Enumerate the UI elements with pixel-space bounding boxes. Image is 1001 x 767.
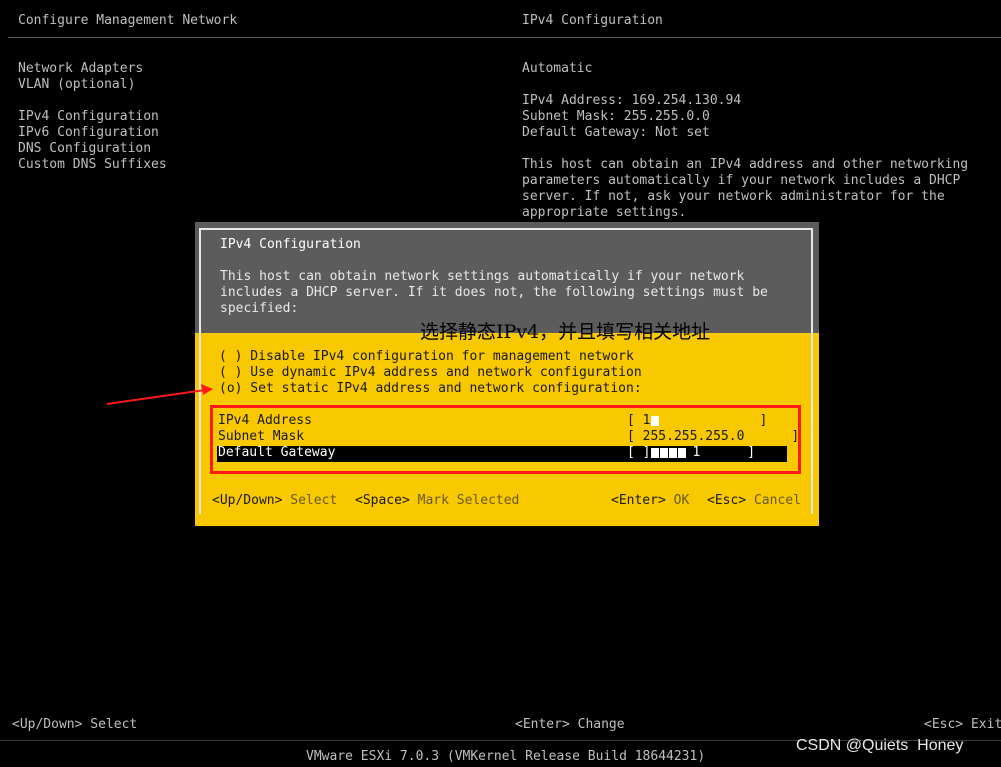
- footer-space-hint: <Space> Mark Selected: [355, 493, 519, 509]
- annotation-arrow-icon: [106, 384, 213, 405]
- current-ipv4-address: IPv4 Address: 169.254.130.94: [522, 93, 742, 108]
- bottom-enter-hint: <Enter> Change: [515, 717, 625, 732]
- dialog-description-line: specified:: [220, 301, 299, 316]
- watermark: CSDN @Quiets Honey: [796, 737, 964, 754]
- annotation-highlight-box: [210, 405, 801, 474]
- updown-action: Select: [290, 493, 338, 508]
- space-action: Mark Selected: [417, 493, 520, 508]
- ok-label: OK: [673, 493, 690, 508]
- header-divider: [8, 37, 1001, 38]
- ipv4-mode: Automatic: [522, 61, 593, 76]
- esc-key: <Esc>: [707, 493, 747, 508]
- menu-item-ipv6[interactable]: IPv6 Configuration: [18, 125, 159, 141]
- bottom-esc-hint: <Esc> Exit: [924, 717, 1001, 732]
- bottom-updown-hint: <Up/Down> Select: [12, 717, 138, 732]
- space-key: <Space>: [355, 493, 410, 508]
- dialog-description-line: includes a DHCP server. If it does not, …: [220, 285, 768, 300]
- left-pane-title: Configure Management Network: [18, 13, 238, 28]
- cancel-label: Cancel: [753, 493, 801, 508]
- current-subnet-mask: Subnet Mask: 255.255.0.0: [522, 109, 710, 124]
- option-dynamic-ipv4[interactable]: ( ) Use dynamic IPv4 address and network…: [219, 365, 642, 381]
- info-description-line: appropriate settings.: [522, 205, 687, 220]
- menu-item-vlan[interactable]: VLAN (optional): [18, 77, 135, 93]
- info-description-line: server. If not, ask your network adminis…: [522, 189, 945, 204]
- ok-button[interactable]: <Enter> OK: [611, 493, 689, 509]
- current-default-gateway: Default Gateway: Not set: [522, 125, 710, 140]
- updown-key: <Up/Down>: [212, 493, 283, 508]
- right-pane-title: IPv4 Configuration: [522, 13, 663, 28]
- annotation-text: 选择静态IPv4，并且填写相关地址: [420, 321, 711, 343]
- option-static-ipv4[interactable]: (o) Set static IPv4 address and network …: [219, 381, 642, 397]
- enter-key: <Enter>: [611, 493, 666, 508]
- dialog-description-line: This host can obtain network settings au…: [220, 269, 745, 284]
- menu-item-network-adapters[interactable]: Network Adapters: [18, 61, 143, 77]
- info-description-line: This host can obtain an IPv4 address and…: [522, 157, 969, 172]
- menu-item-dns-suffixes[interactable]: Custom DNS Suffixes: [18, 157, 167, 173]
- info-description-line: parameters automatically if your network…: [522, 173, 961, 188]
- footer-updown-hint: <Up/Down> Select: [212, 493, 337, 509]
- ipv4-configuration-dialog: IPv4 Configuration This host can obtain …: [195, 222, 819, 526]
- menu-item-ipv4[interactable]: IPv4 Configuration: [18, 109, 159, 125]
- dialog-title: IPv4 Configuration: [220, 237, 361, 252]
- version-string: VMware ESXi 7.0.3 (VMKernel Release Buil…: [306, 749, 706, 764]
- menu-item-dns[interactable]: DNS Configuration: [18, 141, 151, 157]
- cancel-button[interactable]: <Esc> Cancel: [707, 493, 801, 509]
- option-disable-ipv4[interactable]: ( ) Disable IPv4 configuration for manag…: [219, 349, 634, 365]
